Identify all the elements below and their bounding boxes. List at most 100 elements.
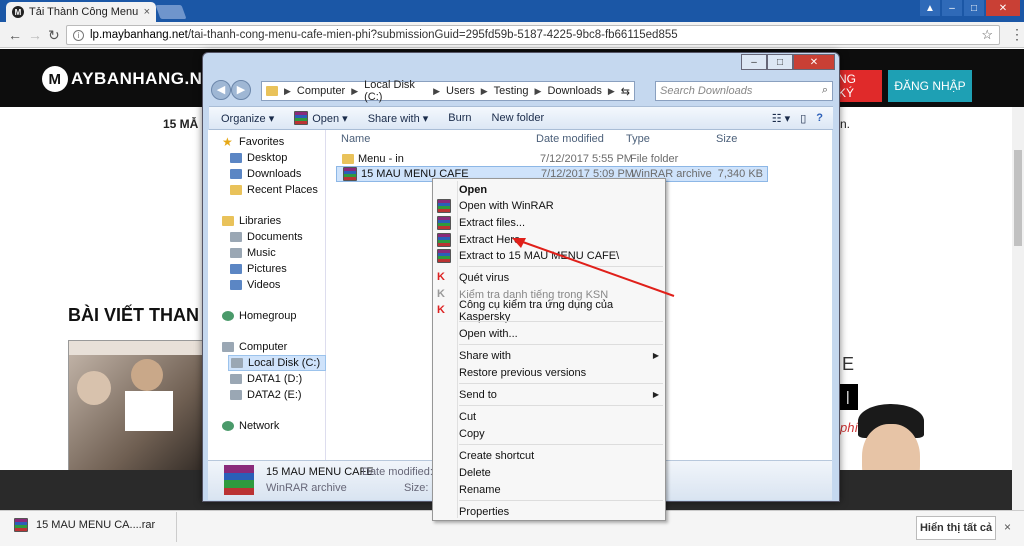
chrome-menu-icon[interactable]: ⋮ <box>1010 26 1024 43</box>
nav-data2[interactable]: DATA2 (E:) <box>230 389 302 401</box>
breadcrumb-item[interactable]: Users <box>446 85 475 97</box>
menu-item-delete[interactable]: Delete <box>433 464 665 481</box>
winrar-file-icon <box>14 518 28 532</box>
column-headers: Name Date modified Type Size <box>336 130 836 148</box>
nav-music[interactable]: Music <box>230 247 276 259</box>
column-name[interactable]: Name <box>341 133 370 145</box>
file-type: File folder <box>630 153 679 165</box>
explorer-search-input[interactable]: Search Downloads ⌕ <box>655 81 833 101</box>
downloads-icon <box>230 169 242 179</box>
show-all-downloads-button[interactable]: Hiển thị tất cả <box>916 516 996 540</box>
documents-icon <box>230 232 242 242</box>
menu-label: Extract files... <box>459 216 526 229</box>
nav-network[interactable]: Network <box>222 420 279 432</box>
breadcrumb-item[interactable]: Downloads <box>547 85 601 97</box>
file-row[interactable]: Menu - in 7/12/2017 5:55 PM File folder <box>336 151 768 167</box>
explorer-address-bar[interactable]: ▶ Computer ▶ Local Disk (C:) ▶ Users ▶ T… <box>261 79 635 103</box>
breadcrumb-item[interactable]: Testing <box>494 85 529 97</box>
menu-item-share-with[interactable]: Share with ▶ <box>433 347 665 364</box>
close-download-bar-icon[interactable]: × <box>1004 520 1011 534</box>
address-bar[interactable]: i lp.maybanhang.net/tai-thanh-cong-menu-… <box>66 25 1000 45</box>
nav-favorites[interactable]: ★ Favorites <box>222 136 284 148</box>
column-date[interactable]: Date modified <box>536 133 604 145</box>
site-logo[interactable]: M AYBANHANG.NET <box>42 66 225 92</box>
refresh-icon[interactable]: ⇆ <box>621 85 630 98</box>
nav-desktop[interactable]: Desktop <box>230 152 287 164</box>
menu-item-properties[interactable]: Properties <box>433 503 665 520</box>
preview-pane-icon[interactable]: ▯ <box>800 112 806 125</box>
menu-item-open-with-winrar[interactable]: Open with WinRAR <box>433 197 665 214</box>
menu-item-cut[interactable]: Cut <box>433 408 665 425</box>
ad-banner[interactable]: E | phí <box>840 340 946 494</box>
nav-libraries[interactable]: Libraries <box>222 215 281 227</box>
menu-item-kaspersky-tool[interactable]: K Công cụ kiểm tra ứng dụng của Kaspersky <box>433 299 665 323</box>
menu-item-create-shortcut[interactable]: Create shortcut <box>433 447 665 464</box>
share-with-button[interactable]: Share with ▾ <box>368 112 429 125</box>
drive-icon <box>231 358 243 368</box>
nav-label: DATA2 (E:) <box>247 389 302 401</box>
nav-downloads[interactable]: Downloads <box>230 168 301 180</box>
download-item[interactable]: 15 MAU MENU CA....rar <box>14 518 155 532</box>
nav-videos[interactable]: Videos <box>230 279 280 291</box>
menu-item-restore-versions[interactable]: Restore previous versions <box>433 364 665 381</box>
breadcrumb-item[interactable]: Local Disk (C:) <box>364 79 427 103</box>
nav-pictures[interactable]: Pictures <box>230 263 287 275</box>
menu-item-open[interactable]: Open <box>433 181 665 198</box>
scrollbar-thumb[interactable] <box>1014 150 1022 246</box>
close-icon[interactable]: ✕ <box>793 54 835 70</box>
close-window-icon[interactable]: ✕ <box>986 0 1020 16</box>
tab-close-icon[interactable]: × <box>144 6 150 18</box>
login-button[interactable]: ĐĂNG NHẬP <box>888 70 972 102</box>
winrar-icon <box>294 111 309 125</box>
change-view-icon[interactable]: ☷ ▾ <box>772 112 790 125</box>
menu-item-rename[interactable]: Rename <box>433 481 665 498</box>
new-tab-button[interactable] <box>155 5 187 19</box>
info-icon[interactable]: i <box>73 29 84 41</box>
nav-computer[interactable]: Computer <box>222 341 287 353</box>
back-arrow-icon[interactable]: ← <box>8 27 22 43</box>
nav-data1[interactable]: DATA1 (D:) <box>230 373 302 385</box>
menu-item-extract-here[interactable]: Extract Here <box>433 231 665 248</box>
forward-icon[interactable]: ▶ <box>231 80 251 100</box>
homegroup-icon <box>222 311 234 321</box>
menu-item-scan-virus[interactable]: K Quét virus <box>433 269 665 286</box>
maximize-icon[interactable]: □ <box>964 0 984 16</box>
article-thumbnail[interactable] <box>68 340 210 475</box>
bookmark-star-icon[interactable]: ☆ <box>981 27 993 43</box>
menu-item-open-with[interactable]: Open with... <box>433 325 665 342</box>
forward-arrow-icon[interactable]: → <box>28 27 42 43</box>
organize-button[interactable]: Organize ▾ <box>221 112 274 125</box>
breadcrumb-arrow-icon: ▶ <box>607 85 615 96</box>
new-folder-button[interactable]: New folder <box>492 112 545 124</box>
burn-button[interactable]: Burn <box>448 112 471 124</box>
submenu-arrow-icon: ▶ <box>652 351 659 360</box>
register-button[interactable]: NG KÝ <box>838 70 882 102</box>
search-icon[interactable]: ⌕ <box>822 84 828 97</box>
photo-shirt <box>125 391 173 431</box>
menu-item-copy[interactable]: Copy <box>433 425 665 442</box>
menu-label: Copy <box>459 427 485 440</box>
help-icon[interactable]: ? <box>816 112 823 125</box>
nav-homegroup[interactable]: Homegroup <box>222 310 296 322</box>
column-size[interactable]: Size <box>716 133 737 145</box>
window-controls: ▲ – □ ✕ <box>918 0 1020 16</box>
back-icon[interactable]: ◀ <box>211 80 231 100</box>
minimize-icon[interactable]: – <box>942 0 962 16</box>
menu-item-extract-to[interactable]: Extract to 15 MAU MENU CAFE\ <box>433 247 665 264</box>
breadcrumb-item[interactable]: Computer <box>297 85 345 97</box>
column-type[interactable]: Type <box>626 133 650 145</box>
browser-tab[interactable]: M Tải Thành Công Menu Ca × <box>6 2 156 22</box>
menu-item-extract-files[interactable]: Extract files... <box>433 214 665 231</box>
open-button[interactable]: Open ▾ <box>294 111 348 125</box>
profile-icon[interactable]: ▲ <box>920 0 940 16</box>
winrar-icon <box>437 216 451 230</box>
reload-icon[interactable]: ↻ <box>48 27 60 44</box>
maximize-icon[interactable]: □ <box>767 54 793 70</box>
nav-recent-places[interactable]: Recent Places <box>230 184 318 196</box>
menu-item-send-to[interactable]: Send to ▶ <box>433 386 665 403</box>
minimize-icon[interactable]: – <box>741 54 767 70</box>
winrar-file-icon <box>343 167 357 181</box>
nav-documents[interactable]: Documents <box>230 231 303 243</box>
address-url[interactable]: lp.maybanhang.net/tai-thanh-cong-menu-ca… <box>90 29 975 41</box>
nav-local-disk[interactable]: Local Disk (C:) <box>228 355 326 371</box>
